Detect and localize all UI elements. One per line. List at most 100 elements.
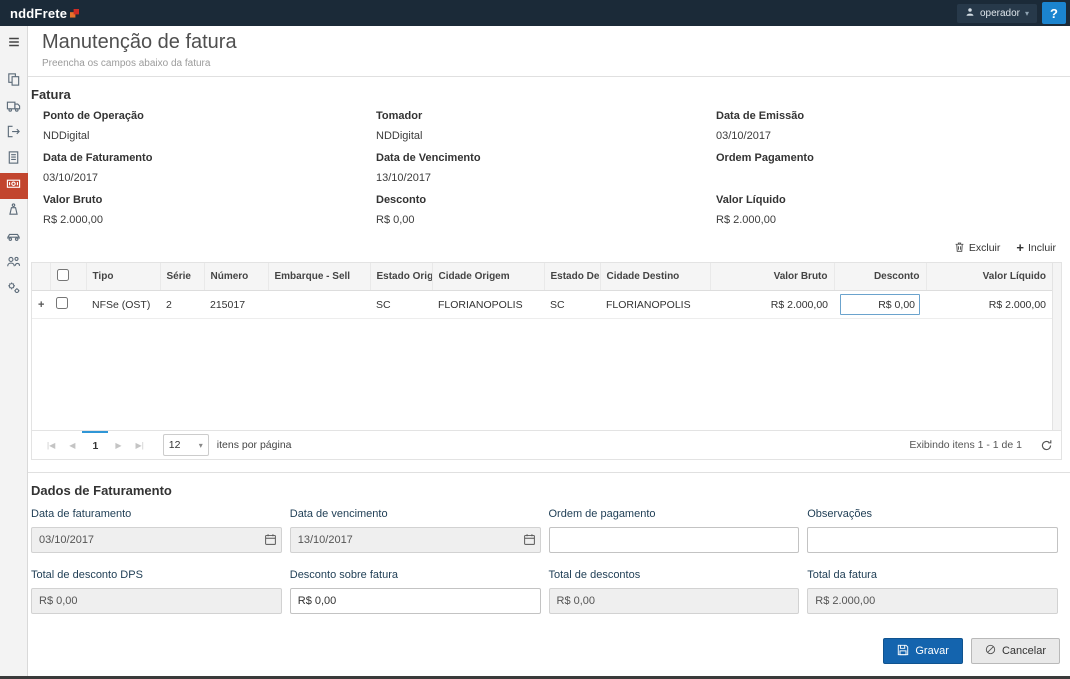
data-faturamento-input[interactable] <box>31 527 282 553</box>
cell-estado-destino: SC <box>544 291 600 319</box>
column-header-estado-destino[interactable]: Estado Dest... <box>544 263 600 291</box>
brand-text: nddFrete <box>10 6 67 21</box>
column-header-cidade-origem[interactable]: Cidade Origem <box>432 263 544 291</box>
users-icon <box>6 254 21 274</box>
help-button[interactable]: ? <box>1042 2 1066 24</box>
grid-table-area: Tipo Série Número Embarque - Sell Estado… <box>32 263 1052 430</box>
vertical-scrollbar[interactable] <box>1052 263 1061 430</box>
cell-valor-liquido: R$ 2.000,00 <box>926 291 1052 319</box>
column-header-cidade-destino[interactable]: Cidade Destino <box>600 263 710 291</box>
car-icon <box>6 228 21 248</box>
field-data-vencimento-input: Data de vencimento <box>290 508 541 553</box>
sidebar-item-users[interactable] <box>0 251 28 277</box>
field-ordem-pagamento-input: Ordem de pagamento <box>549 508 800 553</box>
cell-serie: 2 <box>160 291 204 319</box>
brand-logo[interactable]: nddFrete <box>10 6 79 21</box>
column-header-numero[interactable]: Número <box>204 263 268 291</box>
weight-scale-icon <box>6 202 21 222</box>
gravar-button[interactable]: Gravar <box>883 638 963 664</box>
last-page-button[interactable]: ▶| <box>129 431 151 459</box>
desconto-input[interactable] <box>840 294 920 315</box>
field-label: Data de Emissão <box>716 110 1056 122</box>
dados-row-1: Data de faturamento Data de vencimento <box>31 508 1058 553</box>
column-header-embarque[interactable]: Embarque - Sell <box>268 263 370 291</box>
column-header-desconto[interactable]: Desconto <box>834 263 926 291</box>
refresh-button[interactable] <box>1040 439 1053 452</box>
cell-cidade-origem: FLORIANOPOLIS <box>432 291 544 319</box>
current-page-button[interactable]: 1 <box>82 431 108 459</box>
field-label: Data de faturamento <box>31 508 282 520</box>
field-ordem-pagamento: Ordem Pagamento <box>716 146 1056 188</box>
next-page-button[interactable]: ▶ <box>108 431 128 459</box>
field-desconto-sobre-fatura: Desconto sobre fatura <box>290 569 541 614</box>
observacoes-input[interactable] <box>807 527 1058 553</box>
field-value: NDDigital <box>43 130 376 142</box>
column-header-valor-bruto[interactable]: Valor Bruto <box>710 263 834 291</box>
field-observacoes-input: Observações <box>807 508 1058 553</box>
truck-icon <box>6 98 21 118</box>
menu-icon <box>7 35 21 54</box>
trash-icon <box>954 241 965 256</box>
sidebar-item-billing[interactable] <box>0 173 28 199</box>
sidebar-item-freight[interactable] <box>0 95 28 121</box>
page-subtitle: Preencha os campos abaixo da fatura <box>42 58 1056 69</box>
footer-actions: Gravar Cancelar <box>28 638 1070 676</box>
grid-main: Tipo Série Número Embarque - Sell Estado… <box>31 262 1062 430</box>
calendar-icon[interactable] <box>523 533 536 546</box>
column-header-valor-liquido[interactable]: Valor Líquido <box>926 263 1052 291</box>
excluir-button[interactable]: Excluir <box>954 241 1001 256</box>
data-vencimento-input[interactable] <box>290 527 541 553</box>
field-total-da-fatura: Total da fatura <box>807 569 1058 614</box>
field-total-desconto-dps: Total de desconto DPS <box>31 569 282 614</box>
page-size-value: 12 <box>169 439 181 451</box>
page-header: Manutenção de fatura Preencha os campos … <box>28 26 1070 77</box>
dados-row-2: Total de desconto DPS Desconto sobre fat… <box>31 569 1058 614</box>
field-ponto-operacao: Ponto de Operação NDDigital <box>43 104 376 146</box>
column-header-tipo[interactable]: Tipo <box>86 263 160 291</box>
cell-cidade-destino: FLORIANOPOLIS <box>600 291 710 319</box>
incluir-button[interactable]: + Incluir <box>1016 242 1056 254</box>
brand-flag-icon <box>70 6 79 21</box>
report-icon <box>6 150 21 170</box>
field-label: Total de desconto DPS <box>31 569 282 581</box>
row-expand-button[interactable]: + <box>32 291 50 319</box>
sidebar-item-settings[interactable] <box>0 277 28 303</box>
chevron-down-icon: ▾ <box>1025 9 1029 18</box>
cancelar-button[interactable]: Cancelar <box>971 638 1060 664</box>
sidebar-item-tax[interactable] <box>0 199 28 225</box>
money-icon <box>6 176 21 196</box>
expand-column-header <box>32 263 50 291</box>
sidebar-item-invoices[interactable] <box>0 69 28 95</box>
row-select-cell <box>50 291 86 319</box>
grid-pager: |◀ ◀ 1 ▶ ▶| 12 ▾ itens por página Exibin… <box>31 430 1062 460</box>
sidebar-item-vehicles[interactable] <box>0 225 28 251</box>
cell-embarque <box>268 291 370 319</box>
page-size-select[interactable]: 12 ▾ <box>163 434 209 456</box>
row-checkbox[interactable] <box>56 297 68 309</box>
per-page-label: itens por página <box>217 439 292 451</box>
user-menu[interactable]: operador ▾ <box>957 4 1037 23</box>
field-value: 13/10/2017 <box>376 172 716 184</box>
previous-page-button[interactable]: ◀ <box>62 431 82 459</box>
sidebar-item-menu[interactable] <box>0 31 28 57</box>
desconto-sobre-fatura-input[interactable] <box>290 588 541 614</box>
field-label: Tomador <box>376 110 716 122</box>
fatura-section-title: Fatura <box>31 87 1056 102</box>
field-label: Valor Bruto <box>43 194 376 206</box>
column-header-estado-origem[interactable]: Estado Orig... <box>370 263 432 291</box>
field-data-faturamento: Data de Faturamento 03/10/2017 <box>43 146 376 188</box>
column-header-serie[interactable]: Série <box>160 263 204 291</box>
sidebar-item-reports[interactable] <box>0 147 28 173</box>
calendar-icon[interactable] <box>264 533 277 546</box>
total-desconto-dps-input <box>31 588 282 614</box>
select-all-checkbox[interactable] <box>57 269 69 281</box>
first-page-button[interactable]: |◀ <box>40 431 62 459</box>
gears-icon <box>6 280 21 300</box>
field-desconto: Desconto R$ 0,00 <box>376 188 716 230</box>
sidebar-item-export[interactable] <box>0 121 28 147</box>
field-valor-bruto: Valor Bruto R$ 2.000,00 <box>43 188 376 230</box>
ordem-pagamento-input[interactable] <box>549 527 800 553</box>
cell-desconto <box>834 291 926 319</box>
field-label: Desconto <box>376 194 716 206</box>
user-icon <box>965 7 975 20</box>
